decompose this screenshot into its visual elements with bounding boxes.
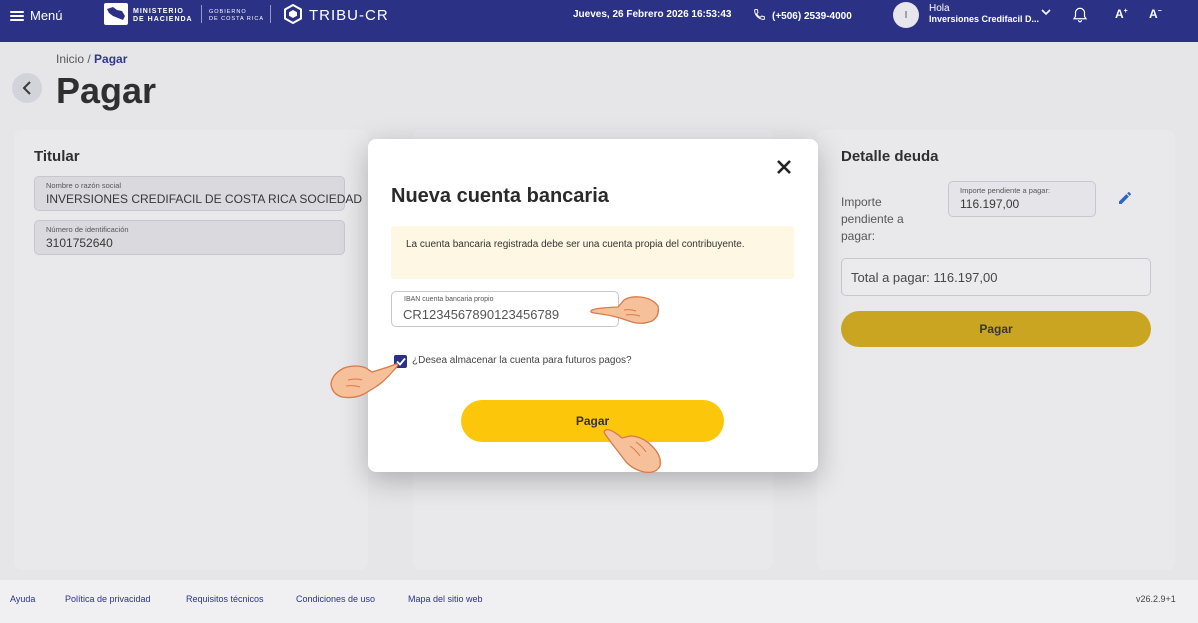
iban-label: IBAN cuenta bancaria propio xyxy=(404,296,494,303)
modal-title: Nueva cuenta bancaria xyxy=(391,185,609,207)
phone-number: (+506) 2539-4000 xyxy=(772,10,852,22)
version-label: v26.2.9+1 xyxy=(1136,594,1176,604)
save-account-label[interactable]: ¿Desea almacenar la cuenta para futuros … xyxy=(412,355,632,366)
menu-label: Menú xyxy=(30,8,63,23)
bell-icon[interactable] xyxy=(1071,6,1089,29)
pointing-hand-icon xyxy=(590,296,660,324)
footer: Ayuda Política de privacidad Requisitos … xyxy=(0,580,1198,623)
user-name: Inversiones Credifacil D... xyxy=(929,14,1040,24)
iban-field[interactable]: IBAN cuenta bancaria propio xyxy=(391,291,619,327)
notice-banner: La cuenta bancaria registrada debe ser u… xyxy=(391,226,794,279)
divider xyxy=(270,5,271,23)
iban-input[interactable] xyxy=(403,307,608,322)
ministry-logo-icon xyxy=(104,3,128,25)
phone-icon xyxy=(753,8,766,24)
tribu-logo-icon xyxy=(283,3,303,25)
chevron-down-icon[interactable] xyxy=(1041,8,1051,19)
avatar[interactable]: I xyxy=(893,2,919,28)
footer-link-requisitos[interactable]: Requisitos técnicos xyxy=(186,594,264,604)
pointing-hand-icon xyxy=(330,363,399,399)
hamburger-icon xyxy=(10,10,24,21)
datetime-display: Jueves, 26 Febrero 2026 16:53:43 xyxy=(573,9,732,20)
brand-name: TRIBU-CR xyxy=(309,7,389,24)
phone-contact[interactable]: (+506) 2539-4000 xyxy=(753,8,852,24)
pointing-hand-icon xyxy=(603,429,661,474)
modal-pay-button[interactable]: Pagar xyxy=(461,400,724,442)
footer-link-ayuda[interactable]: Ayuda xyxy=(10,594,35,604)
font-increase-button[interactable]: A+ xyxy=(1115,7,1128,21)
ministry-name: MINISTERIO DE HACIENDA xyxy=(133,8,193,23)
menu-button[interactable]: Menú xyxy=(10,8,63,23)
font-decrease-button[interactable]: A− xyxy=(1149,7,1162,21)
footer-link-privacidad[interactable]: Política de privacidad xyxy=(65,594,151,604)
top-bar: Menú MINISTERIO DE HACIENDA GOBIERNO DE … xyxy=(0,0,1198,42)
divider xyxy=(201,5,202,23)
close-icon[interactable] xyxy=(775,158,793,176)
government-name: GOBIERNO DE COSTA RICA xyxy=(209,9,265,22)
user-greeting[interactable]: Hola Inversiones Credifacil D... xyxy=(929,3,1039,25)
footer-link-condiciones[interactable]: Condiciones de uso xyxy=(296,594,375,604)
footer-link-mapa[interactable]: Mapa del sitio web xyxy=(408,594,483,604)
